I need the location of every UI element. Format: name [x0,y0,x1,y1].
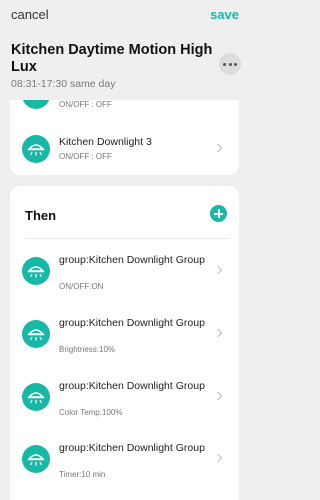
action-device-name: group:Kitchen Downlight Group [59,442,205,454]
divider [25,238,230,239]
chevron-right-icon [213,391,223,401]
action-row[interactable]: group:Kitchen Downlight Group Brightness… [10,317,239,363]
condition-device-name: Kitchen Downlight 3 [59,136,152,148]
action-row[interactable]: group:Kitchen Downlight Group ON/OFF:ON [10,254,239,300]
downlight-icon [22,135,50,163]
downlight-icon [22,100,50,109]
chevron-right-icon [213,265,223,275]
action-device-name: group:Kitchen Downlight Group [59,317,205,329]
action-row[interactable]: group:Kitchen Downlight Group Timer:10 m… [10,442,239,488]
then-card: Then group:Kitchen Downlight Group ON/OF… [10,186,239,500]
then-title: Then [25,208,57,223]
action-detail: ON/OFF:ON [59,282,104,291]
action-device-name: group:Kitchen Downlight Group [59,254,205,266]
add-action-icon[interactable] [210,205,227,222]
downlight-icon [22,445,50,473]
more-options-icon[interactable] [219,53,241,75]
chevron-right-icon [213,328,223,338]
chevron-right-icon [213,143,223,153]
condition-device-status: ON/OFF : OFF [59,152,112,161]
condition-row[interactable]: Kitchen Downlight 3 ON/OFF : OFF [10,132,239,166]
scene-title: Kitchen Daytime Motion High Lux [11,42,213,75]
downlight-icon [22,320,50,348]
downlight-icon [22,257,50,285]
cancel-button[interactable]: cancel [11,7,49,22]
action-device-name: group:Kitchen Downlight Group [59,380,205,392]
conditions-card: ON/OFF : OFF Kitchen Downlight 3 ON/OFF … [10,100,239,175]
save-button[interactable]: save [210,7,239,22]
action-detail: Timer:10 min [59,470,106,479]
scene-time: 08:31-17:30 same day [11,78,116,90]
action-row[interactable]: group:Kitchen Downlight Group Color Temp… [10,380,239,426]
condition-status-partial: ON/OFF : OFF [59,100,112,109]
action-detail: Brightness:10% [59,345,116,354]
top-bar: cancel save [0,0,251,34]
chevron-right-icon [213,453,223,463]
downlight-icon [22,383,50,411]
action-detail: Color Temp:100% [59,408,123,417]
